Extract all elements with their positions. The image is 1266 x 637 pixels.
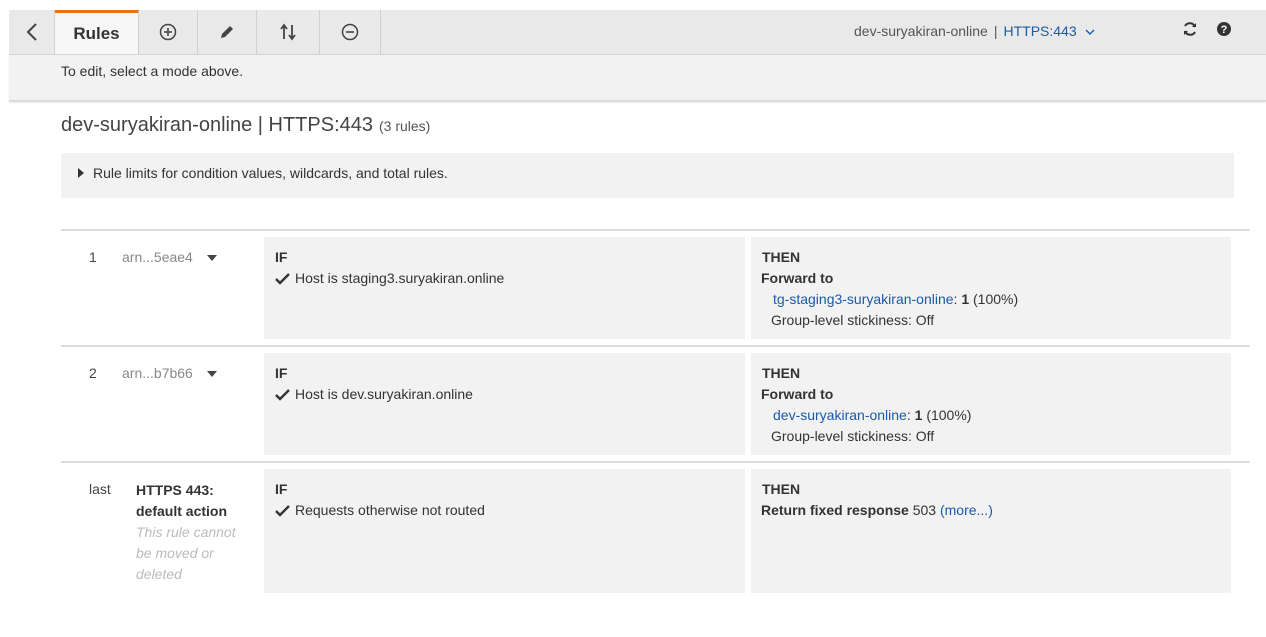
check-icon	[275, 389, 290, 401]
if-label: IF	[275, 249, 288, 265]
condition-text: Host is staging3.suryakiran.online	[295, 270, 505, 286]
target-separator: :	[906, 407, 911, 423]
target-group-line: dev-suryakiran-online: 1 (100%)	[773, 407, 971, 423]
if-label: IF	[275, 365, 288, 381]
rule-if-panel: IF Host is dev.suryakiran.online	[264, 353, 745, 455]
help-button[interactable]: ?	[1216, 21, 1236, 41]
then-label: THEN	[762, 249, 801, 265]
tab-rules[interactable]: Rules	[55, 10, 139, 54]
stickiness: Group-level stickiness: Off	[771, 312, 935, 328]
default-rule-note: This rule cannot be moved or deleted	[136, 524, 236, 582]
action-label: Forward to	[761, 386, 834, 402]
page-title: dev-suryakiran-online | HTTPS:443 (3 rule…	[61, 114, 430, 137]
add-rule-button[interactable]	[139, 10, 198, 54]
rule-if-panel: IF Requests otherwise not routed	[264, 469, 745, 593]
check-icon	[275, 505, 290, 517]
rule-divider	[61, 229, 1250, 231]
delete-rules-button[interactable]	[320, 10, 381, 54]
action-label: Return fixed response	[761, 502, 909, 518]
rules-toolbar: Rules dev-suryakiran-online | HTTPS:443 ?	[9, 10, 1266, 55]
then-label: THEN	[762, 365, 801, 381]
rule-count: (3 rules)	[379, 118, 431, 134]
rule-divider	[61, 345, 1250, 347]
edit-rules-button[interactable]	[198, 10, 257, 54]
target-weight-pct: (100%)	[926, 407, 972, 423]
rule-number: 2	[89, 365, 97, 381]
reorder-rules-button[interactable]	[257, 10, 320, 54]
target-group-line: tg-staging3-suryakiran-online: 1 (100%)	[773, 291, 1018, 307]
rule-then-panel: THEN Forward to dev-suryakiran-online: 1…	[751, 353, 1231, 455]
refresh-button[interactable]	[1182, 21, 1202, 41]
chevron-left-icon	[26, 23, 37, 41]
target-weight: 1	[914, 407, 923, 423]
chevron-down-icon	[1085, 29, 1095, 36]
pencil-icon	[221, 26, 233, 38]
plus-circle-icon	[159, 23, 177, 41]
rule-arn-dropdown[interactable]: arn...5eae4	[122, 249, 217, 265]
reorder-arrows-icon	[280, 23, 296, 41]
load-balancer-name: dev-suryakiran-online	[854, 23, 988, 39]
mode-hint-bar: To edit, select a mode above.	[9, 55, 1266, 102]
check-icon	[275, 273, 290, 285]
then-label: THEN	[762, 481, 801, 497]
listener-dropdown[interactable]: HTTPS:443	[1003, 23, 1095, 39]
listener-selected: HTTPS:443	[1003, 23, 1077, 39]
rule-arn-dropdown[interactable]: arn...b7b66	[122, 365, 217, 381]
page-title-text: dev-suryakiran-online | HTTPS:443	[61, 114, 373, 136]
fixed-response-line: Return fixed response 503 (more...)	[761, 502, 993, 518]
back-button[interactable]	[9, 10, 55, 54]
rule-arn: arn...5eae4	[122, 249, 193, 265]
rule-limits-expander[interactable]: Rule limits for condition values, wildca…	[61, 153, 1234, 198]
target-weight: 1	[961, 291, 970, 307]
default-rule-title: HTTPS 443: default action	[136, 482, 228, 519]
status-code: 503	[912, 502, 937, 518]
more-link[interactable]: (more...)	[940, 502, 993, 518]
rule-limits-text: Rule limits for condition values, wildca…	[93, 165, 448, 181]
target-separator: :	[953, 291, 958, 307]
condition: Requests otherwise not routed	[275, 502, 485, 518]
svg-text:?: ?	[1221, 24, 1228, 36]
minus-circle-icon	[341, 23, 359, 41]
rule-divider	[61, 461, 1250, 463]
caret-down-icon	[206, 371, 217, 378]
condition-text: Requests otherwise not routed	[295, 502, 485, 518]
condition: Host is staging3.suryakiran.online	[275, 270, 504, 286]
action-label: Forward to	[761, 270, 834, 286]
rule-then-panel: THEN Return fixed response 503 (more...)	[751, 469, 1231, 593]
rule-arn: arn...b7b66	[122, 365, 193, 381]
condition: Host is dev.suryakiran.online	[275, 386, 473, 402]
listener-selector: dev-suryakiran-online | HTTPS:443	[854, 23, 1095, 39]
if-label: IF	[275, 481, 288, 497]
refresh-icon	[1184, 22, 1196, 36]
caret-down-icon	[206, 255, 217, 262]
stickiness: Group-level stickiness: Off	[771, 428, 935, 444]
listener-separator: |	[993, 23, 998, 39]
caret-right-icon	[78, 168, 84, 178]
target-group-link[interactable]: dev-suryakiran-online	[773, 407, 907, 423]
target-group-link[interactable]: tg-staging3-suryakiran-online	[773, 291, 954, 307]
condition-text: Host is dev.suryakiran.online	[295, 386, 473, 402]
rule-number: 1	[89, 249, 97, 265]
target-weight-pct: (100%)	[973, 291, 1019, 307]
mode-hint: To edit, select a mode above.	[61, 63, 244, 79]
rule-if-panel: IF Host is staging3.suryakiran.online	[264, 237, 745, 339]
rule-then-panel: THEN Forward to tg-staging3-suryakiran-o…	[751, 237, 1231, 339]
help-icon: ?	[1217, 22, 1231, 36]
rule-number: last	[89, 481, 111, 497]
